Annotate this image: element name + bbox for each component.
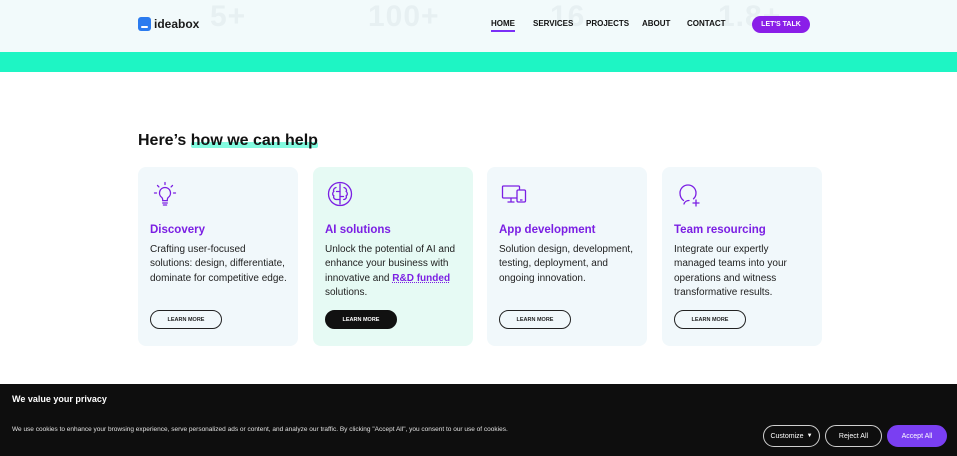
card-description: Solution design, development, testing, d…: [499, 244, 633, 284]
section-heading: Here’s how we can help: [138, 132, 318, 150]
customize-label: Customize: [770, 432, 804, 440]
devices-icon: [501, 185, 527, 203]
nav-projects[interactable]: PROJECTS: [586, 19, 629, 28]
nav-about[interactable]: ABOUT: [642, 19, 670, 28]
background-stat: 5+: [210, 0, 247, 33]
card-description: Crafting user-focused solutions: design,…: [150, 244, 287, 284]
logo-icon: [138, 17, 151, 31]
heading-prefix: Here’s: [138, 132, 191, 149]
service-card-app-development: App development Solution design, develop…: [487, 167, 647, 346]
card-description: Unlock the potential of AI and enhance y…: [325, 243, 463, 300]
card-title: Team resourcing: [674, 224, 766, 236]
cookie-title: We value your privacy: [12, 394, 107, 404]
rd-funded-link[interactable]: R&D funded: [392, 273, 450, 284]
logo-text: ideabox: [154, 17, 200, 31]
learn-more-button[interactable]: LEARN MORE: [325, 310, 397, 329]
customize-button[interactable]: Customize ▼: [763, 425, 820, 447]
cookie-banner: We value your privacy We use cookies to …: [0, 384, 957, 456]
site-header: 5+ 100+ 16 1.8+ ideabox HOME SERVICES PR…: [0, 0, 957, 52]
brain-icon: [327, 181, 353, 207]
nav-services[interactable]: SERVICES: [533, 19, 573, 28]
teal-band: [0, 52, 957, 72]
lightbulb-icon: [153, 181, 177, 206]
background-stat: 16: [550, 0, 586, 33]
service-card-team-resourcing: Team resourcing Integrate our expertly m…: [662, 167, 822, 346]
cookie-text: We use cookies to enhance your browsing …: [12, 426, 508, 433]
lets-talk-button[interactable]: LET'S TALK: [752, 16, 810, 33]
card-title: App development: [499, 224, 596, 236]
learn-more-button[interactable]: LEARN MORE: [499, 310, 571, 329]
card-description: Integrate our expertly managed teams int…: [674, 244, 787, 298]
nav-home[interactable]: HOME: [491, 19, 515, 32]
card-title: AI solutions: [325, 224, 391, 236]
caret-down-icon: ▼: [806, 433, 813, 439]
card-description-text: solutions.: [325, 286, 368, 298]
logo[interactable]: ideabox: [138, 17, 199, 31]
reject-all-button[interactable]: Reject All: [825, 425, 882, 447]
background-stat: 100+: [368, 0, 440, 33]
service-card-ai-solutions: AI solutions Unlock the potential of AI …: [313, 167, 473, 346]
accept-all-button[interactable]: Accept All: [887, 425, 947, 447]
heading-highlight: how we can help: [190, 132, 318, 149]
nav-contact[interactable]: CONTACT: [687, 19, 726, 28]
service-card-discovery: Discovery Crafting user-focused solution…: [138, 167, 298, 346]
learn-more-button[interactable]: LEARN MORE: [674, 310, 746, 329]
add-person-icon: [679, 184, 700, 207]
card-title: Discovery: [150, 224, 205, 236]
learn-more-button[interactable]: LEARN MORE: [150, 310, 222, 329]
